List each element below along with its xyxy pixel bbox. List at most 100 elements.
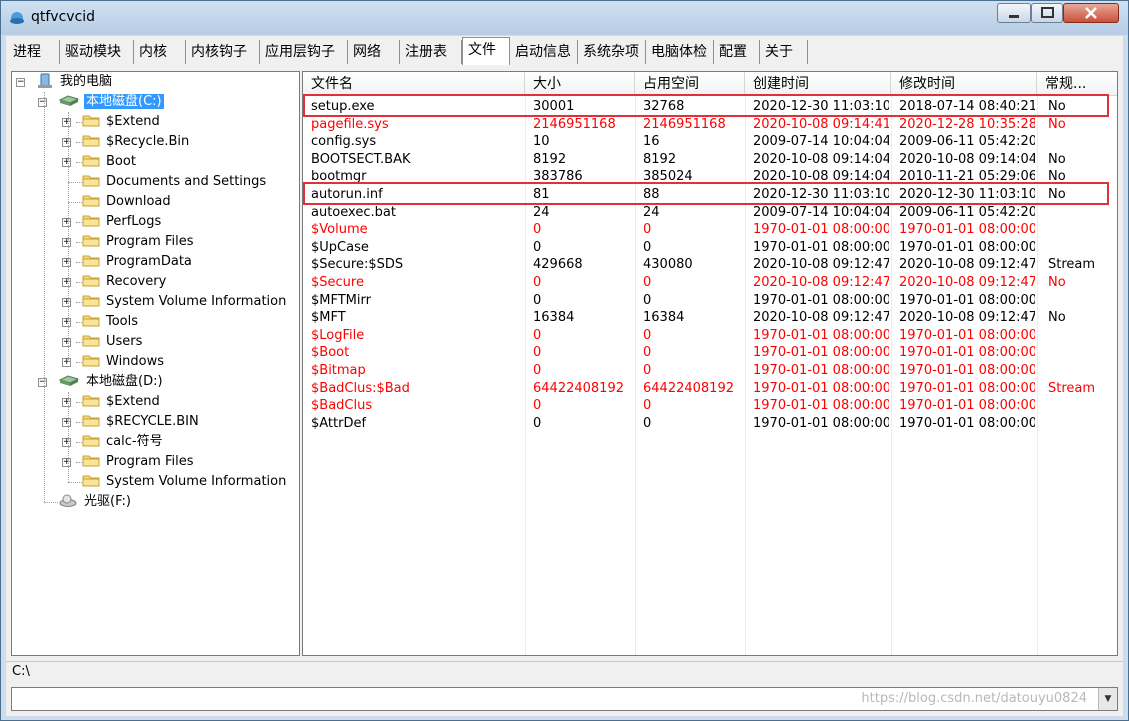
tab-9[interactable]: 系统杂项: [578, 40, 646, 64]
tree-d-item-4[interactable]: System Volume Information: [82, 472, 288, 492]
expand-icon[interactable]: +: [62, 158, 71, 167]
cell-alloc: 0: [643, 292, 652, 308]
expand-icon[interactable]: +: [62, 438, 71, 447]
tree-c-item-1[interactable]: $Recycle.Bin: [82, 132, 191, 152]
table-row[interactable]: autoexec.bat 24 24 2009-07-14 10:04:04 2009-…: [303, 204, 1117, 221]
tree-d-item-2[interactable]: calc-符号: [82, 432, 165, 452]
tree-drive-c[interactable]: 本地磁盘(C:): [58, 92, 164, 112]
table-row[interactable]: $Secure:$SDS 429668 430080 2020-10-08 09:12…: [303, 256, 1117, 273]
folder-icon: [82, 275, 100, 287]
table-row[interactable]: $Boot 0 0 1970-01-01 08:00:00 1970-01-01 08:…: [303, 344, 1117, 361]
maximize-button[interactable]: [1031, 3, 1063, 23]
folder-tree[interactable]: 我的电脑 − 本地磁盘(C:) − $Extend + $Recycle.Bin + Boot +…: [11, 71, 300, 656]
cell-created: 2020-10-08 09:14:04: [753, 151, 889, 167]
expand-icon[interactable]: +: [62, 358, 71, 367]
tab-6[interactable]: 注册表: [400, 40, 462, 64]
collapse-icon[interactable]: −: [38, 98, 47, 107]
tree-d-item-1[interactable]: $RECYCLE.BIN: [82, 412, 201, 432]
table-row[interactable]: $LogFile 0 0 1970-01-01 08:00:00 1970-01-01 …: [303, 327, 1117, 344]
collapse-icon[interactable]: −: [38, 378, 47, 387]
tab-0[interactable]: 进程: [8, 40, 60, 64]
tree-drive-d[interactable]: 本地磁盘(D:): [58, 372, 165, 392]
cd-drive-icon: [59, 494, 77, 507]
window-title: qtfvcvcid: [31, 9, 96, 25]
tree-c-item-12[interactable]: Windows: [82, 352, 166, 372]
tree-c-item-8[interactable]: Recovery: [82, 272, 168, 292]
column-header-0[interactable]: 文件名: [303, 72, 525, 96]
main-window: qtfvcvcid 进程 驱动模块 内核 内核钩子 应用层钩子 网络 注册表 文件 启动信息 系统…: [0, 0, 1129, 721]
tab-3[interactable]: 内核钩子: [186, 40, 260, 64]
expand-icon[interactable]: +: [62, 218, 71, 227]
tree-c-item-11[interactable]: Users: [82, 332, 144, 352]
tree-c-item-4[interactable]: Download: [82, 192, 173, 212]
cell-created: 1970-01-01 08:00:00: [753, 380, 889, 396]
tree-c-item-0[interactable]: $Extend: [82, 112, 162, 132]
expand-icon[interactable]: +: [62, 138, 71, 147]
tree-d-item-0[interactable]: $Extend: [82, 392, 162, 412]
dropdown-arrow-icon[interactable]: ▼: [1098, 688, 1117, 710]
cell-name: $BadClus: [311, 398, 373, 414]
cell-created: 1970-01-01 08:00:00: [753, 239, 889, 255]
column-header-4[interactable]: 修改时间: [891, 72, 1037, 96]
expand-icon[interactable]: +: [62, 338, 71, 347]
folder-icon: [82, 135, 100, 147]
cell-size: 0: [533, 292, 542, 308]
table-row[interactable]: $Secure 0 0 2020-10-08 09:12:47 2020-10-08 0…: [303, 274, 1117, 291]
expand-icon[interactable]: +: [62, 458, 71, 467]
table-row[interactable]: $MFT 16384 16384 2020-10-08 09:12:47 2020-10…: [303, 309, 1117, 326]
tree-c-item-5[interactable]: PerfLogs: [82, 212, 163, 232]
table-row[interactable]: BOOTSECT.BAK 8192 8192 2020-10-08 09:14:04 2…: [303, 151, 1117, 168]
tab-11[interactable]: 配置: [714, 40, 760, 64]
tab-1[interactable]: 驱动模块: [60, 40, 134, 64]
tree-root[interactable]: 我的电脑: [36, 72, 114, 92]
expand-icon[interactable]: +: [62, 298, 71, 307]
expand-icon[interactable]: +: [62, 418, 71, 427]
table-row[interactable]: pagefile.sys 2146951168 2146951168 2020-10-…: [303, 116, 1117, 133]
tree-d-item-3[interactable]: Program Files: [82, 452, 196, 472]
tree-d-item-1-label: $RECYCLE.BIN: [106, 414, 199, 429]
cell-modified: 2020-12-28 10:35:28: [899, 116, 1035, 132]
table-row[interactable]: $AttrDef 0 0 1970-01-01 08:00:00 1970-01-01 …: [303, 415, 1117, 432]
file-list[interactable]: 文件名 大小 占用空间 创建时间 修改时间 常规... setup.exe 30001 3276…: [302, 71, 1118, 656]
tab-bar: 进程 驱动模块 内核 内核钩子 应用层钩子 网络 注册表 文件 启动信息 系统杂项 电脑体检 配置 关于: [6, 36, 1123, 66]
tree-c-item-2[interactable]: Boot: [82, 152, 138, 172]
column-header-5[interactable]: 常规...: [1037, 72, 1117, 96]
table-row[interactable]: $BadClus:$Bad 64422408192 64422408192 1970-…: [303, 380, 1117, 397]
tree-c-item-9[interactable]: System Volume Information: [82, 292, 288, 312]
tree-c-item-7[interactable]: ProgramData: [82, 252, 194, 272]
tab-10[interactable]: 电脑体检: [646, 40, 714, 64]
expand-icon[interactable]: +: [62, 318, 71, 327]
expand-icon[interactable]: +: [62, 278, 71, 287]
collapse-icon[interactable]: −: [16, 78, 25, 87]
table-row[interactable]: $UpCase 0 0 1970-01-01 08:00:00 1970-01-01 0…: [303, 239, 1117, 256]
close-button[interactable]: [1063, 3, 1119, 23]
tab-7[interactable]: 文件: [462, 37, 510, 65]
table-row[interactable]: $MFTMirr 0 0 1970-01-01 08:00:00 1970-01-01 …: [303, 292, 1117, 309]
tab-8[interactable]: 启动信息: [510, 40, 578, 64]
tab-4[interactable]: 应用层钩子: [260, 40, 348, 64]
path-combobox[interactable]: https://blog.csdn.net/datouyu0824 ▼: [11, 687, 1118, 711]
tree-drive-f[interactable]: 光驱(F:): [58, 492, 133, 512]
tab-2[interactable]: 内核: [134, 40, 186, 64]
expand-icon[interactable]: +: [62, 258, 71, 267]
table-row[interactable]: $BadClus 0 0 1970-01-01 08:00:00 1970-01-01 …: [303, 397, 1117, 414]
expand-icon[interactable]: +: [62, 238, 71, 247]
tab-5[interactable]: 网络: [348, 40, 400, 64]
column-header-1[interactable]: 大小: [525, 72, 635, 96]
tree-line: [76, 442, 82, 443]
table-row[interactable]: config.sys 10 16 2009-07-14 10:04:04 2009-06…: [303, 133, 1117, 150]
tree-line: [76, 342, 82, 343]
table-row[interactable]: $Bitmap 0 0 1970-01-01 08:00:00 1970-01-01 0…: [303, 362, 1117, 379]
tree-c-item-10[interactable]: Tools: [82, 312, 140, 332]
highlight-box: [303, 94, 1109, 117]
expand-icon[interactable]: +: [62, 398, 71, 407]
tree-c-item-6[interactable]: Program Files: [82, 232, 196, 252]
tab-12[interactable]: 关于: [760, 40, 808, 64]
minimize-button[interactable]: [997, 3, 1031, 23]
tree-c-item-3[interactable]: Documents and Settings: [82, 172, 268, 192]
column-header-2[interactable]: 占用空间: [635, 72, 745, 96]
table-row[interactable]: $Volume 0 0 1970-01-01 08:00:00 1970-01-01 0…: [303, 221, 1117, 238]
column-header-3[interactable]: 创建时间: [745, 72, 891, 96]
folder-icon: [82, 175, 100, 187]
expand-icon[interactable]: +: [62, 118, 71, 127]
